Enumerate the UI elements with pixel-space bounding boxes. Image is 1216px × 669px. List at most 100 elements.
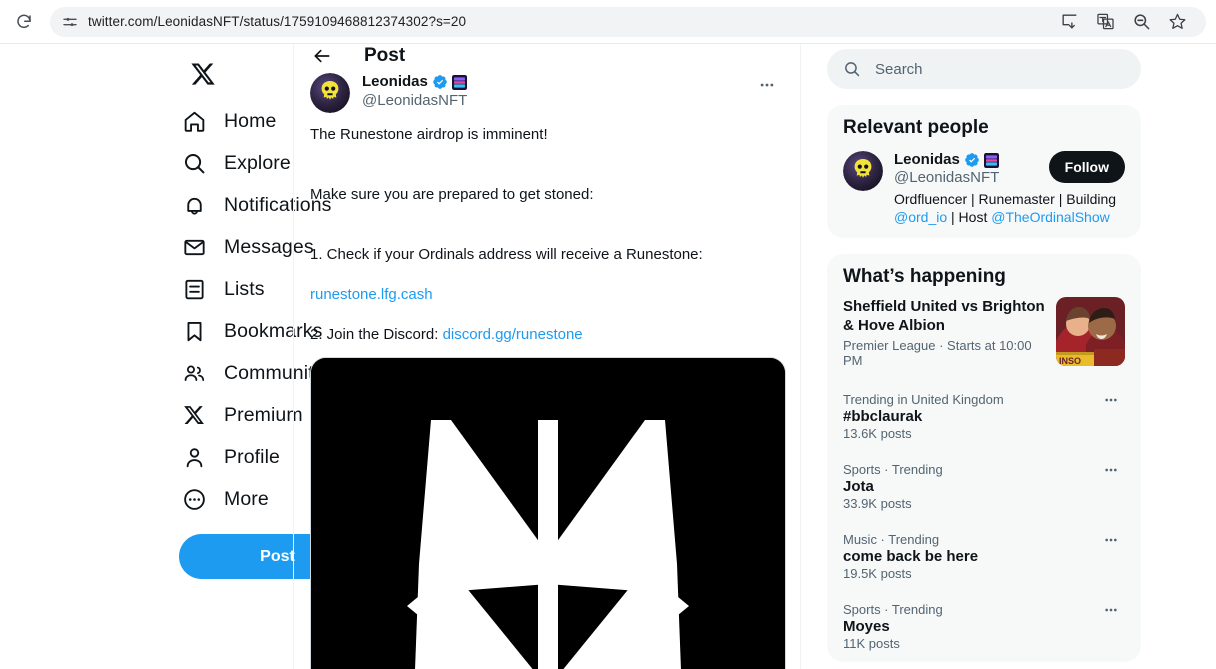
primary-navigation: Home Explore Notifications Messages List…: [65, 44, 376, 669]
back-arrow-icon[interactable]: [310, 44, 334, 68]
x-logo-icon[interactable]: [181, 52, 225, 96]
trend-name: #bbclaurak: [843, 407, 923, 425]
relevant-people-title: Relevant people: [843, 117, 989, 138]
trend-item[interactable]: Sports · Trending Moyes 11K posts: [827, 592, 1141, 662]
whats-happening-card: What’s happening Sheffield United vs Bri…: [827, 253, 1141, 662]
avatar[interactable]: [843, 151, 883, 191]
tweet-line-4: 2. Join the Discord:: [310, 326, 443, 343]
sidebar-item-premium[interactable]: Premium: [177, 394, 303, 436]
relevant-people-card: Relevant people Leonidas @LeonidasNFT Fo…: [827, 105, 1141, 238]
tweet-image[interactable]: [310, 357, 786, 669]
trend-item[interactable]: Music · Trending come back be here 19.5K…: [827, 522, 1141, 592]
sidebar-item-explore[interactable]: Explore: [177, 142, 293, 184]
trend-count: 13.6K posts: [843, 425, 912, 441]
site-settings-icon[interactable]: [62, 14, 78, 30]
url-text: twitter.com/LeonidasNFT/status/175910946…: [88, 14, 467, 29]
affiliate-badge-icon: [451, 74, 467, 90]
trend-item[interactable]: Trending in United Kingdom #bbclaurak 13…: [827, 382, 1141, 452]
sidebar-label: Lists: [224, 277, 265, 300]
person-display-name[interactable]: Leonidas: [894, 151, 960, 169]
verified-badge-icon: [432, 74, 448, 90]
trend-category: Trending in United Kingdom: [843, 391, 1004, 407]
bio-text-2: | Host: [947, 208, 992, 225]
list-icon: [181, 276, 207, 302]
sidebar-item-more[interactable]: More: [177, 478, 293, 520]
author-handle: @LeonidasNFT: [362, 91, 468, 109]
follow-button[interactable]: Follow: [1048, 151, 1125, 183]
news-title: Sheffield United vs Brighton & Hove Albi…: [843, 297, 1045, 334]
post-header: Post: [294, 44, 800, 68]
page-title: Post: [364, 45, 406, 66]
reload-icon[interactable]: [10, 8, 38, 36]
trend-category: Sports · Trending: [843, 461, 943, 477]
sidebar-item-lists[interactable]: Lists: [177, 268, 293, 310]
sidebar-item-bookmarks[interactable]: Bookmarks: [177, 310, 322, 352]
trend-count: 33.9K posts: [843, 495, 912, 511]
trend-name: Moyes: [843, 617, 890, 635]
bookmark-star-icon[interactable]: [1168, 12, 1188, 32]
sidebar-item-profile[interactable]: Profile: [177, 436, 293, 478]
person-handle: @LeonidasNFT: [894, 169, 1000, 187]
affiliate-badge-icon: [983, 152, 999, 168]
tweet: Leonidas @LeonidasNFT The Runestone aird…: [294, 68, 800, 669]
svg-text:INSO: INSO: [1059, 356, 1081, 366]
trend-category: Sports · Trending: [843, 601, 943, 617]
install-app-icon[interactable]: [1060, 12, 1080, 32]
communities-icon: [181, 360, 207, 386]
search-icon: [843, 60, 861, 78]
sidebar-item-notifications[interactable]: Notifications: [177, 184, 331, 226]
more-horizontal-icon[interactable]: [750, 73, 784, 97]
verified-badge-icon: [964, 152, 980, 168]
person-info: Leonidas @LeonidasNFT Follow Ordfluencer…: [894, 151, 1125, 226]
right-sidebar: Relevant people Leonidas: [801, 44, 1151, 669]
envelope-icon: [181, 234, 207, 260]
more-horizontal-icon[interactable]: [1097, 532, 1125, 552]
sidebar-label: Profile: [224, 445, 280, 468]
trend-count: 11K posts: [843, 635, 900, 651]
more-horizontal-icon[interactable]: [1097, 462, 1125, 482]
person-icon: [181, 444, 207, 470]
twitter-page: Home Explore Notifications Messages List…: [0, 44, 1216, 669]
bell-icon: [181, 192, 207, 218]
tweet-line-3: 1. Check if your Ordinals address will r…: [310, 246, 703, 263]
news-item[interactable]: Sheffield United vs Brighton & Hove Albi…: [827, 294, 1141, 382]
bio-link-ordinal-show[interactable]: @TheOrdinalShow: [991, 209, 1110, 225]
bio-text-1: Ordfluencer | Runemaster | Building: [894, 190, 1117, 207]
browser-toolbar: twitter.com/LeonidasNFT/status/175910946…: [0, 0, 1216, 44]
sidebar-item-messages[interactable]: Messages: [177, 226, 314, 268]
search-box[interactable]: [827, 49, 1141, 89]
trend-item[interactable]: Sports · Trending Jota 33.9K posts: [827, 452, 1141, 522]
bookmark-icon: [181, 318, 207, 344]
more-circle-icon: [181, 486, 207, 512]
tweet-line-2: Make sure you are prepared to get stoned…: [310, 186, 594, 203]
search-input[interactable]: [875, 60, 1125, 78]
trend-category: Music · Trending: [843, 531, 940, 547]
sidebar-label: Explore: [224, 151, 291, 174]
whats-happening-title: What’s happening: [843, 265, 1006, 287]
translate-icon[interactable]: [1096, 12, 1116, 32]
more-horizontal-icon[interactable]: [1097, 602, 1125, 622]
search-icon: [181, 150, 207, 176]
tweet-line-1: The Runestone airdrop is imminent!: [310, 126, 548, 143]
tweet-body: The Runestone airdrop is imminent! Make …: [310, 125, 784, 345]
sidebar-label: Home: [224, 109, 277, 132]
sidebar-item-communities[interactable]: Communities: [177, 352, 339, 394]
zoom-out-icon[interactable]: [1132, 12, 1152, 32]
sidebar-item-home[interactable]: Home: [177, 100, 293, 142]
tweet-author-row: Leonidas @LeonidasNFT: [310, 68, 784, 113]
sidebar-label: Premium: [224, 403, 303, 426]
relevant-person[interactable]: Leonidas @LeonidasNFT Follow Ordfluencer…: [827, 145, 1141, 238]
trend-count: 19.5K posts: [843, 565, 912, 581]
avatar[interactable]: [310, 73, 350, 113]
sidebar-label: More: [224, 487, 269, 510]
address-bar[interactable]: twitter.com/LeonidasNFT/status/175910946…: [50, 6, 1206, 37]
tweet-link-discord[interactable]: discord.gg/runestone: [443, 326, 583, 343]
more-horizontal-icon[interactable]: [1097, 392, 1125, 412]
news-meta: Premier League · Starts at 10:00 PM: [843, 337, 1032, 368]
tweet-link-runestone[interactable]: runestone.lfg.cash: [310, 286, 433, 303]
post-column: Post Leonidas @LeonidasNFT The Runestone…: [293, 44, 801, 669]
tweet-author-info: Leonidas @LeonidasNFT: [362, 73, 750, 111]
person-bio: Ordfluencer | Runemaster | Building @ord…: [894, 190, 1125, 226]
author-display-name[interactable]: Leonidas: [362, 73, 428, 92]
bio-link-ord-io[interactable]: @ord_io: [894, 209, 947, 225]
